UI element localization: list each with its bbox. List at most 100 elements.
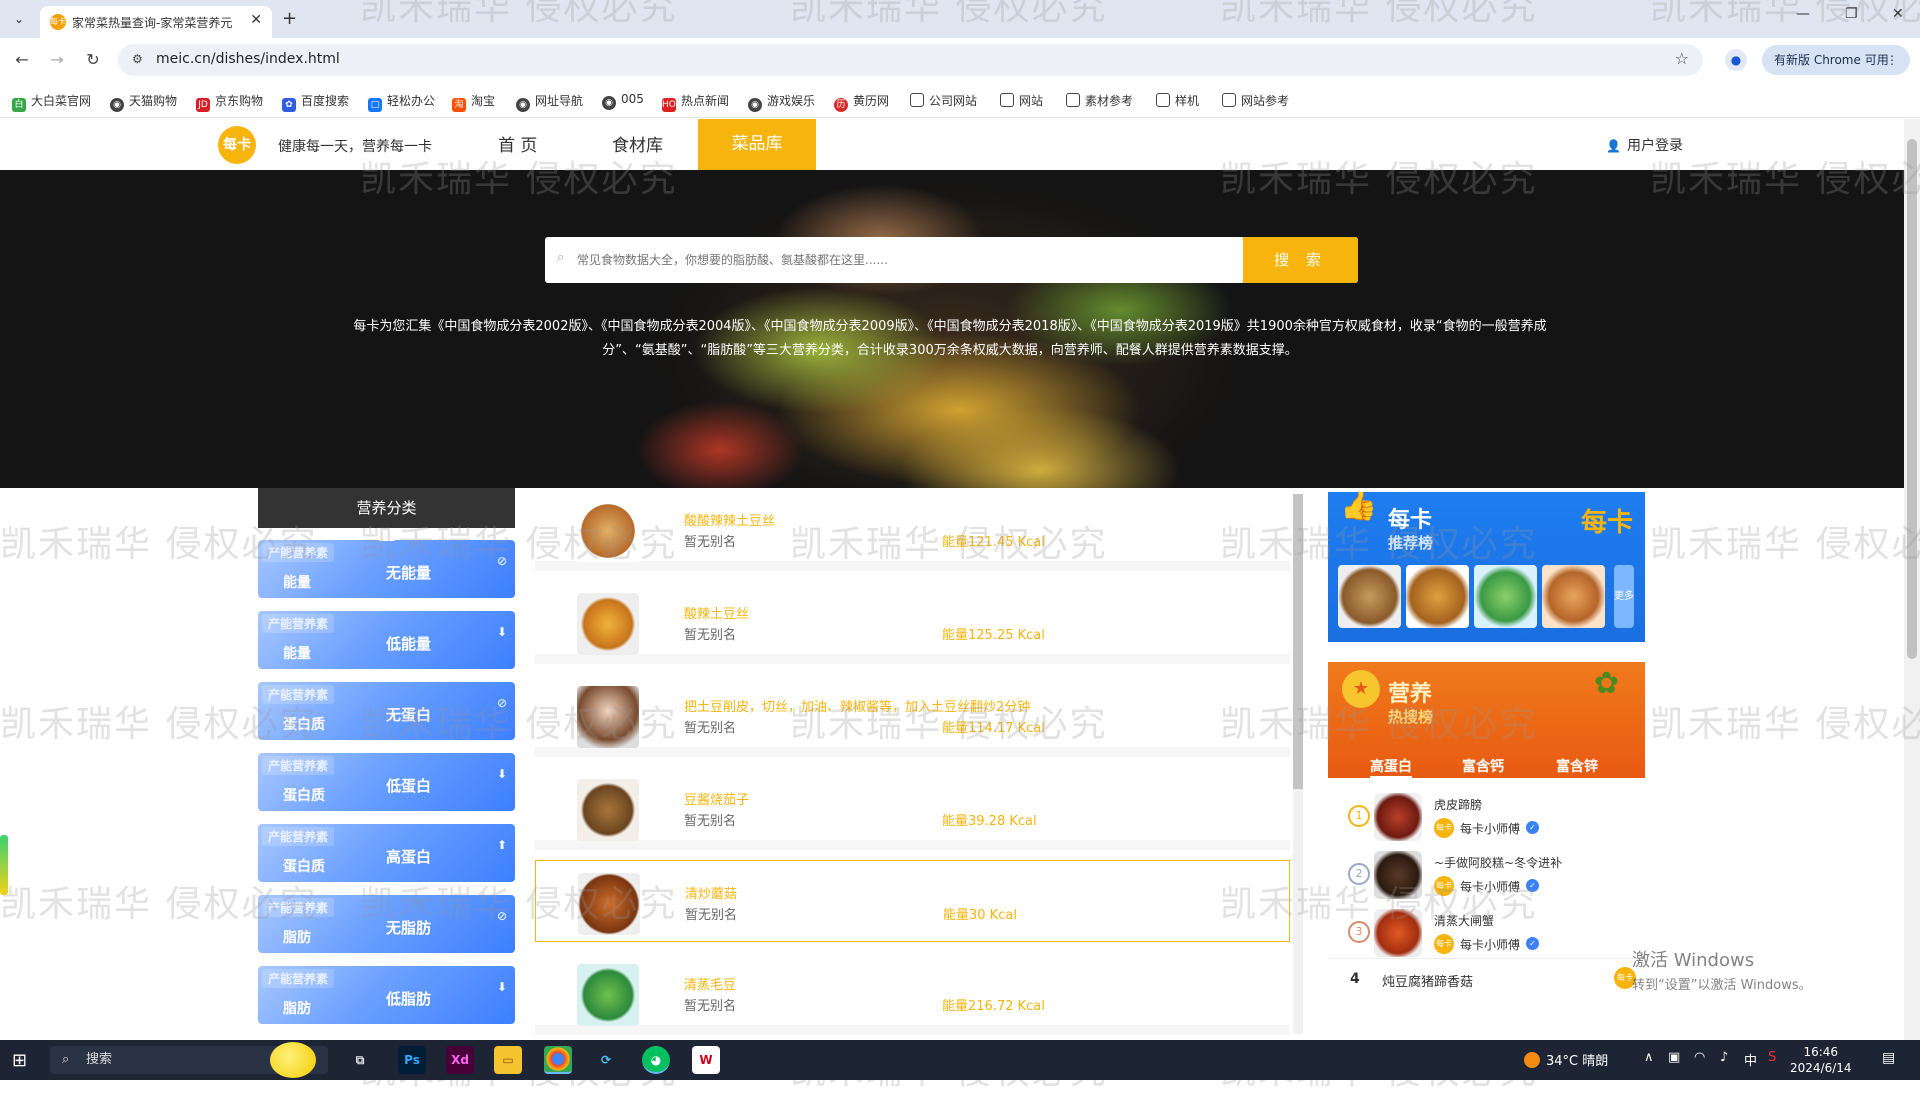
windows-start-icon[interactable]: ⊞ [12, 1050, 27, 1071]
category-card[interactable]: 产能营养素 蛋白质 无蛋白 ⊘ [258, 682, 515, 740]
vegetable-icon: ✿ [1593, 666, 1619, 701]
nutrition-category-panel: 营养分类 产能营养素 能量 无能量 ⊘ 产能营养素 能量 低能量 ⬇ 产能营养素… [258, 488, 515, 1040]
bookmark-item[interactable]: 淘淘宝 [452, 92, 495, 112]
login-link[interactable]: 👤 用户登录 [1606, 135, 1683, 155]
bookmark-folder[interactable]: 网站参考 [1222, 92, 1289, 109]
volume-icon[interactable]: ♪ [1720, 1050, 1728, 1065]
globe-icon: ◉ [110, 98, 124, 112]
chrome-icon[interactable] [544, 1046, 572, 1074]
site-logo[interactable]: 每卡 [218, 126, 256, 164]
category-scroll-up-icon[interactable] [379, 531, 395, 541]
chrome-update-button[interactable]: 有新版 Chrome 可用 ⋮ [1762, 45, 1910, 75]
bookmark-item[interactable]: 白大白菜官网 [12, 92, 91, 112]
address-bar[interactable]: ⚙ meic.cn/dishes/index.html ☆ [118, 44, 1703, 76]
globe-icon: ◉ [516, 98, 530, 112]
category-card[interactable]: 产能营养素 蛋白质 低蛋白 ⬇ [258, 753, 515, 811]
site-slogan: 健康每一天，营养每一卡 [278, 139, 432, 155]
food-item[interactable]: 豆酱烧茄子 暂无别名 能量39.28 Kcal [535, 767, 1290, 850]
new-tab-plus-icon[interactable]: + [282, 8, 297, 29]
photoshop-icon[interactable]: Ps [398, 1046, 426, 1074]
bookmark-item[interactable]: JD 京东购物 [196, 92, 263, 112]
category-card[interactable]: 产能营养素 能量 无能量 ⊘ [258, 540, 515, 598]
food-item[interactable]: 把土豆削皮，切丝，加油、辣椒酱等，加入土豆丝翻炒2分钟 暂无别名 能量114.1… [535, 674, 1290, 757]
tab-rich-calcium[interactable]: 富含钙 [1462, 756, 1504, 776]
recommend-dish-image[interactable] [1406, 565, 1469, 628]
nav-home[interactable]: 首 页 [498, 131, 537, 156]
category-card[interactable]: 产能营养素 脂肪 低脂肪 ⬇ [258, 966, 515, 1024]
edge-search-icon[interactable]: ⟳ [592, 1046, 620, 1074]
task-view-icon[interactable]: ⧉ [346, 1046, 374, 1074]
food-item[interactable]: 清蒸毛豆 暂无别名 能量216.72 Kcal [535, 952, 1290, 1035]
window-restore-icon[interactable]: ❐ [1845, 6, 1858, 22]
category-card[interactable]: 产能营养素 能量 低能量 ⬇ [258, 611, 515, 669]
food-list-scroll-thumb[interactable] [1293, 494, 1303, 789]
profile-avatar-icon[interactable]: ● [1725, 49, 1747, 71]
bookmark-favicon-icon: 白 [12, 98, 26, 112]
bookmark-folder[interactable]: 素材参考 [1066, 92, 1133, 109]
bookmark-folder[interactable]: 公司网站 [910, 92, 977, 109]
search-icon: ⌕ [62, 1052, 70, 1067]
wechat-icon[interactable]: ◕ [642, 1046, 670, 1074]
bookmark-item[interactable]: HOT热点新闻 [662, 92, 729, 112]
category-card[interactable]: 产能营养素 脂肪 无脂肪 ⊘ [258, 895, 515, 953]
nav-dishes[interactable]: 菜品库 [698, 119, 816, 170]
search-input[interactable] [575, 243, 1235, 277]
site-info-icon[interactable]: ⚙ [132, 52, 143, 66]
tab-high-protein[interactable]: 高蛋白 [1370, 756, 1412, 778]
wifi-icon[interactable]: ◠ [1694, 1050, 1705, 1065]
forward-arrow-icon[interactable]: → [46, 50, 68, 69]
category-card[interactable]: 产能营养素 蛋白质 高蛋白 ⬆ [258, 824, 515, 882]
browser-tab-active[interactable]: 每卡 家常菜热量查询-家常菜营养元 ✕ [40, 6, 272, 38]
tab-close-icon[interactable]: ✕ [250, 12, 262, 28]
recommend-dish-image[interactable] [1542, 565, 1605, 628]
adobe-xd-icon[interactable]: Xd [446, 1046, 474, 1074]
search-button[interactable]: 搜 索 [1243, 237, 1358, 283]
bookmark-folder[interactable]: 网站 [1000, 92, 1043, 109]
bookmark-item[interactable]: ◉ 005 [602, 92, 644, 110]
sogou-ime-icon[interactable]: S [1768, 1050, 1776, 1065]
window-close-icon[interactable]: ✕ [1892, 6, 1904, 22]
tab-search-chevron-icon[interactable]: ⌄ [8, 8, 30, 30]
rank-item[interactable]: 4 炖豆腐猪蹄香菇 每卡 [1328, 958, 1645, 998]
reload-icon[interactable]: ↻ [82, 50, 104, 69]
taskbar-clock[interactable]: 16:46 2024/6/14 [1790, 1044, 1852, 1076]
bookmark-item[interactable]: ◉ 游戏娱乐 [748, 92, 815, 112]
back-arrow-icon[interactable]: ← [11, 50, 33, 69]
ime-indicator[interactable]: 中 [1744, 1050, 1757, 1069]
bookmark-item[interactable]: □ 轻松办公 [368, 92, 435, 112]
lemon-widget-icon[interactable] [270, 1042, 316, 1078]
bookmark-item[interactable]: 历黄历网 [834, 92, 889, 112]
page-scroll-thumb[interactable] [1907, 139, 1917, 659]
bookmark-item[interactable]: ✿ 百度搜索 [282, 92, 349, 112]
bookmark-item[interactable]: ◉ 网址导航 [516, 92, 583, 112]
wps-icon[interactable]: W [692, 1046, 720, 1074]
page-scrollbar[interactable] [1904, 119, 1920, 1040]
notification-icon[interactable]: ▤ [1882, 1050, 1895, 1066]
tab-rich-zinc[interactable]: 富含锌 [1556, 756, 1598, 776]
bookmark-folder[interactable]: 样机 [1156, 92, 1199, 109]
taobao-icon: 淘 [452, 98, 466, 112]
food-list-scrollbar[interactable] [1293, 494, 1303, 1034]
window-minimize-icon[interactable]: — [1796, 6, 1810, 22]
rank-item[interactable]: 3 清蒸大闸蟹 每卡 每卡小师傅 ✓ [1328, 904, 1645, 962]
weather-widget[interactable]: 34°C 晴朗 [1524, 1050, 1608, 1069]
address-url[interactable]: meic.cn/dishes/index.html [156, 51, 340, 67]
recommend-more-button[interactable]: 更多 [1614, 565, 1634, 628]
tray-expand-icon[interactable]: ∧ [1644, 1050, 1654, 1065]
recommend-dish-image[interactable] [1338, 565, 1401, 628]
food-item-selected[interactable]: 清炒蘑菇 暂无别名 能量30 Kcal [535, 860, 1290, 942]
rank-item[interactable]: 1 虎皮蹄膀 每卡 每卡小师傅 ✓ [1328, 788, 1645, 846]
bookmark-item[interactable]: ◉ 天猫购物 [110, 92, 177, 112]
food-item[interactable]: 酸酸辣辣土豆丝 暂无别名 能量121.45 Kcal [535, 488, 1290, 571]
rank-item[interactable]: 2 ~手做阿胶糕~冬令进补 每卡 每卡小师傅 ✓ [1328, 846, 1645, 904]
display-icon[interactable]: ▣ [1668, 1050, 1680, 1065]
folder-icon [1000, 93, 1014, 107]
food-thumbnail [577, 779, 639, 841]
food-item[interactable]: 酸辣土豆丝 暂无别名 能量125.25 Kcal [535, 581, 1290, 664]
nav-ingredients[interactable]: 食材库 [612, 131, 663, 156]
file-explorer-icon[interactable]: ▭ [494, 1046, 522, 1074]
recommend-dish-image[interactable] [1474, 565, 1537, 628]
medal-star-icon: ★ [1342, 670, 1380, 708]
bookmark-star-icon[interactable]: ☆ [1675, 49, 1689, 68]
more-menu-icon[interactable]: ⋮ [1886, 45, 1898, 75]
